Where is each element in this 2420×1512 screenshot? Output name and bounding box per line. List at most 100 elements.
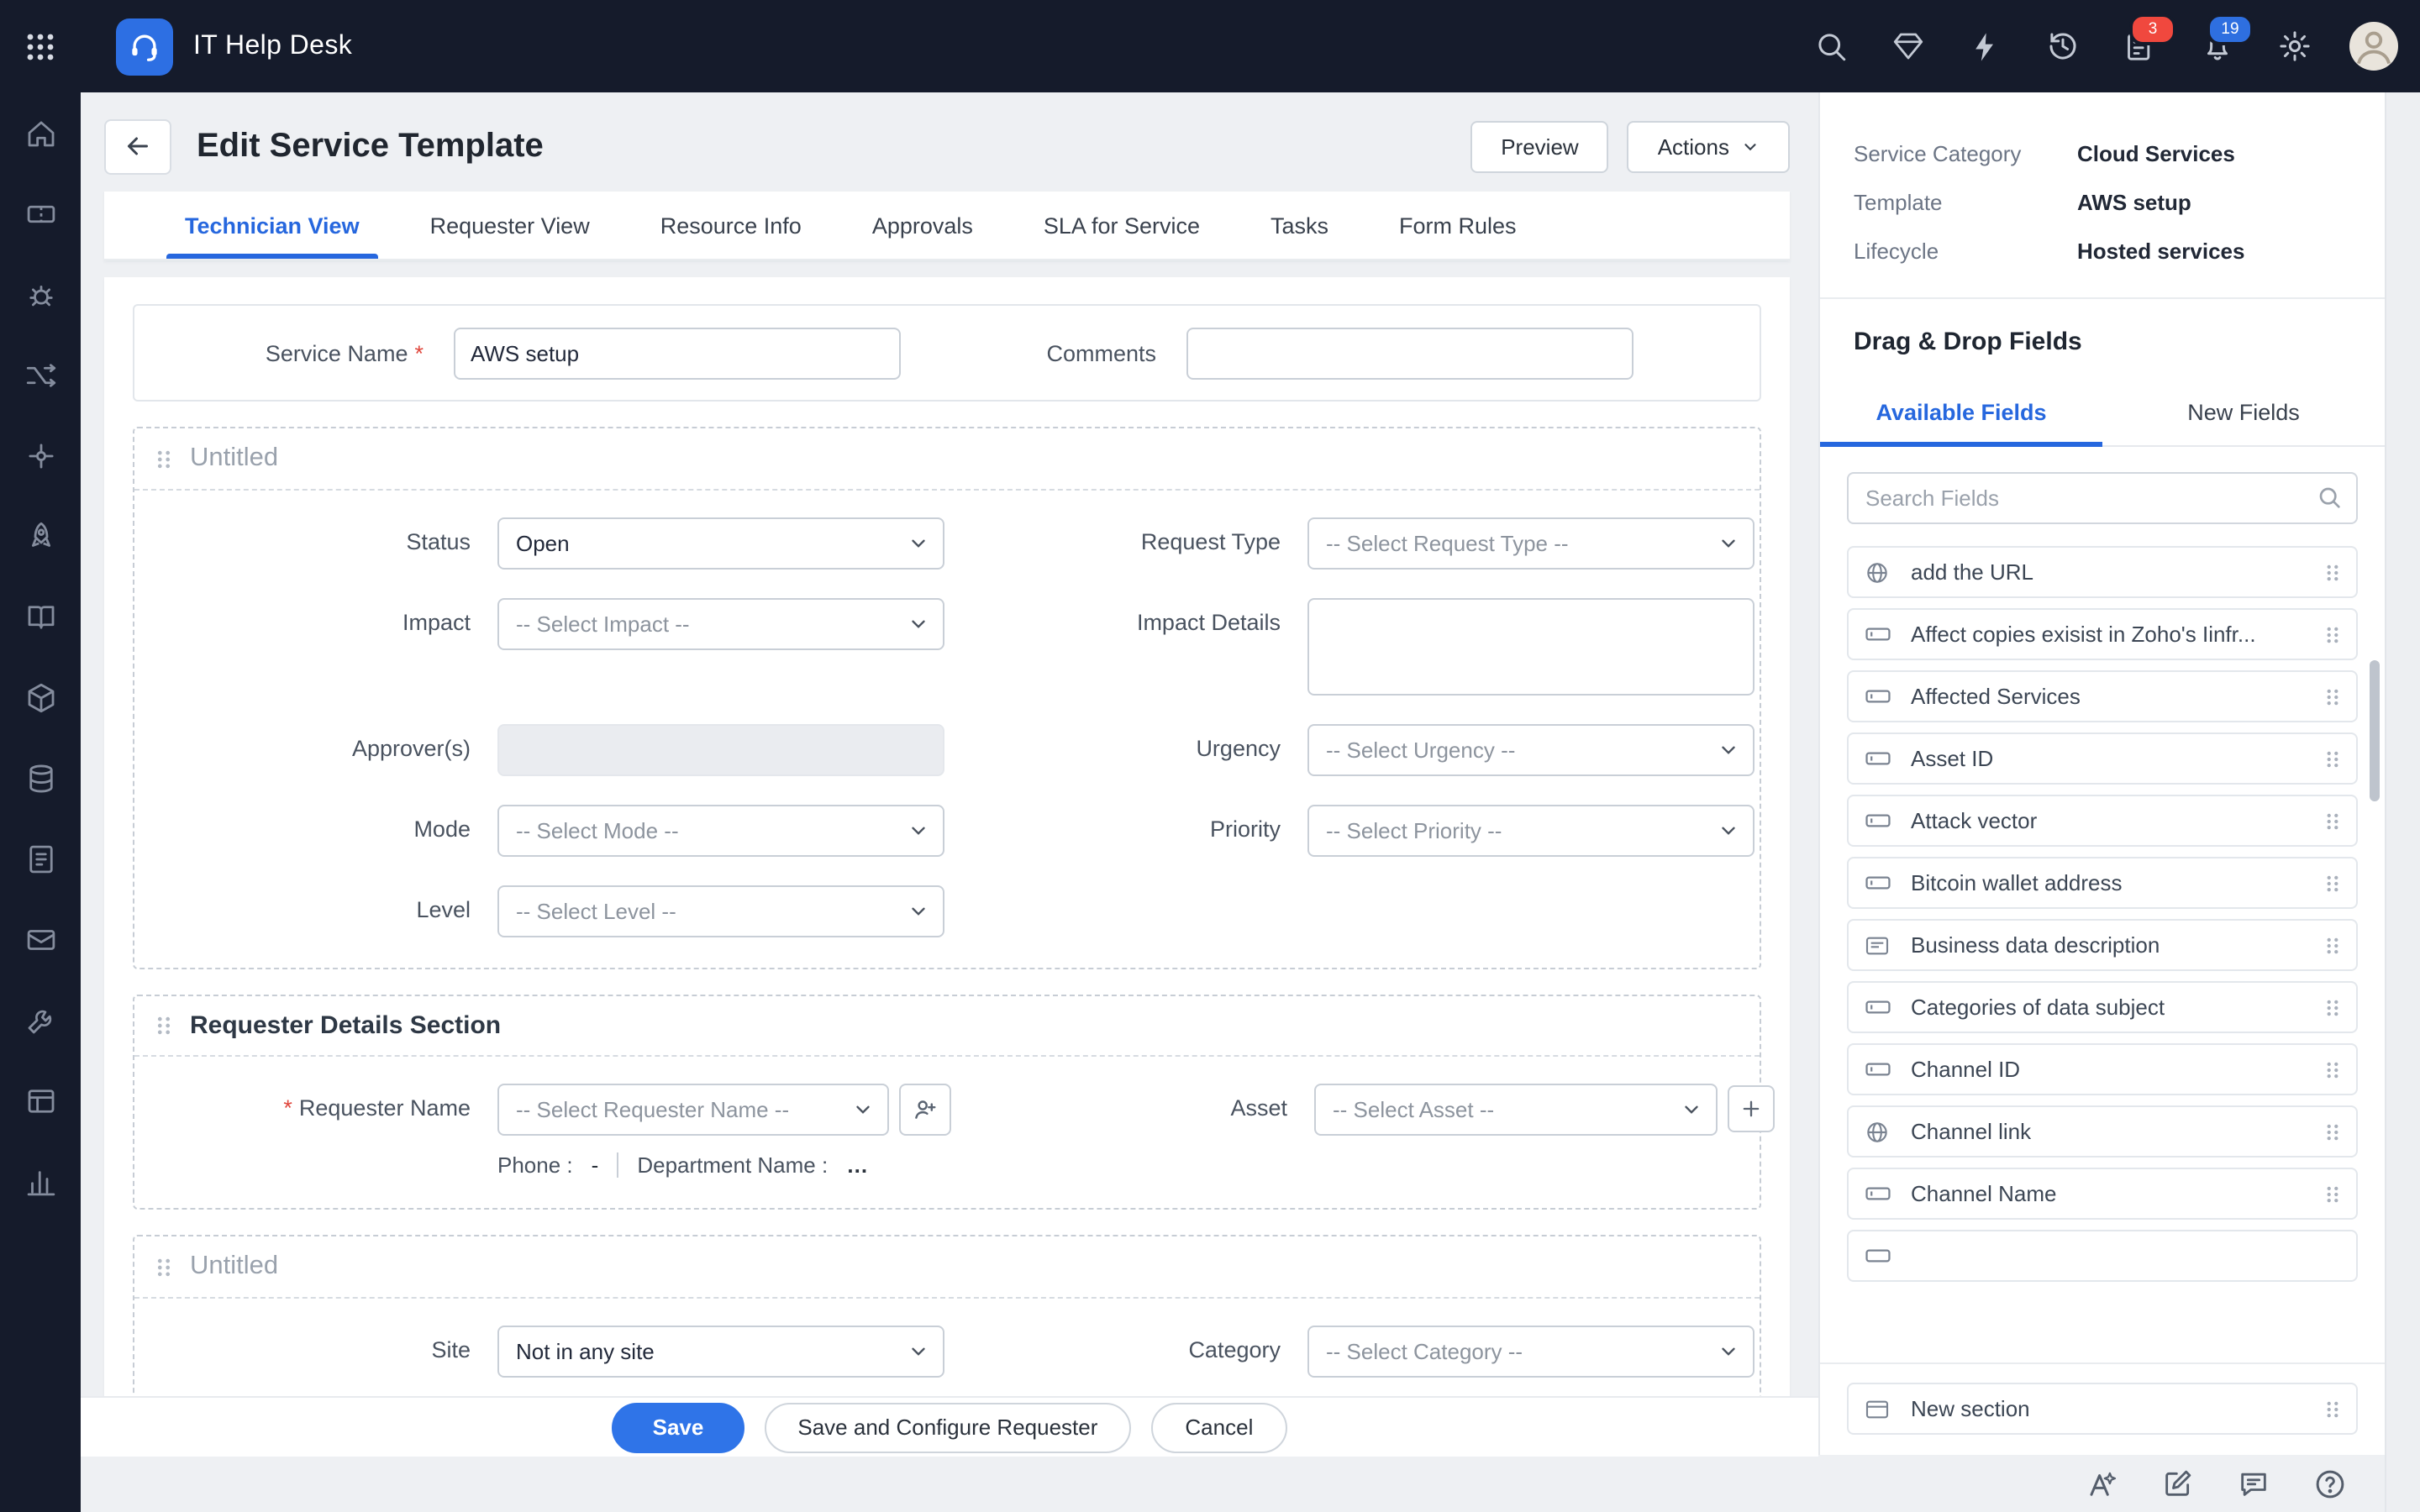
tab-form-rules[interactable]: Form Rules	[1364, 192, 1552, 259]
admin-icon[interactable]	[22, 1001, 59, 1038]
app-logo-headset-icon[interactable]	[116, 18, 173, 75]
category-select[interactable]: -- Select Category --	[1307, 1326, 1754, 1378]
field-item[interactable]: Categories of data subject	[1847, 981, 2358, 1033]
save-button[interactable]: Save	[613, 1402, 744, 1452]
site-label: Site	[134, 1326, 471, 1362]
drag-handle-icon[interactable]	[2324, 809, 2341, 832]
left-sidebar	[0, 92, 81, 1512]
tab-resource-info[interactable]: Resource Info	[625, 192, 837, 259]
search-fields-input[interactable]	[1847, 472, 2358, 524]
comments-input[interactable]	[1186, 327, 1634, 379]
status-select[interactable]: Open	[497, 517, 944, 570]
cmdb-icon[interactable]	[22, 759, 59, 796]
field-item[interactable]: Channel Name	[1847, 1168, 2358, 1220]
asset-select[interactable]: -- Select Asset --	[1314, 1084, 1718, 1136]
back-button[interactable]	[104, 118, 171, 174]
problems-icon[interactable]	[22, 276, 59, 312]
priority-select[interactable]: -- Select Priority --	[1307, 805, 1754, 857]
drag-handle-icon[interactable]	[155, 1013, 173, 1038]
impact-details-textarea[interactable]	[1307, 598, 1754, 696]
drag-handle-icon[interactable]	[2324, 1397, 2341, 1420]
field-item[interactable]: add the URL	[1847, 546, 2358, 598]
drag-handle-icon[interactable]	[155, 446, 173, 471]
app-grid-icon[interactable]	[0, 31, 81, 61]
panel-scrollbar-thumb[interactable]	[2370, 660, 2380, 801]
tab-technician-view[interactable]: Technician View	[150, 192, 395, 259]
field-item[interactable]: Bitcoin wallet address	[1847, 857, 2358, 909]
field-item[interactable]: Channel link	[1847, 1105, 2358, 1158]
drag-handle-icon[interactable]	[2324, 933, 2341, 957]
changes-icon[interactable]	[22, 356, 59, 393]
new-section-item[interactable]: New section	[1847, 1383, 2358, 1435]
request-type-select[interactable]: -- Select Request Type --	[1307, 517, 1754, 570]
cancel-button[interactable]: Cancel	[1151, 1402, 1286, 1452]
search-icon[interactable]	[1808, 24, 1852, 68]
site-select[interactable]: Not in any site	[497, 1326, 944, 1378]
gem-icon[interactable]	[1886, 24, 1929, 68]
translate-icon[interactable]	[2084, 1465, 2121, 1502]
field-item[interactable]: Affect copies exisist in Zoho's Iinfr...	[1847, 608, 2358, 660]
tab-available-fields[interactable]: Available Fields	[1820, 381, 2102, 445]
tab-sla-for-service[interactable]: SLA for Service	[1008, 192, 1235, 259]
department-value[interactable]: …	[846, 1152, 868, 1178]
tab-requester-view[interactable]: Requester View	[395, 192, 625, 259]
service-name-label: Service Name*	[171, 340, 424, 365]
help-icon[interactable]	[2311, 1465, 2348, 1502]
comment-icon[interactable]	[2235, 1465, 2272, 1502]
actions-button[interactable]: Actions	[1628, 120, 1790, 172]
field-item[interactable]: Channel ID	[1847, 1043, 2358, 1095]
drag-handle-icon[interactable]	[2324, 560, 2341, 584]
contracts-icon[interactable]	[22, 921, 59, 958]
drag-handle-icon[interactable]	[2324, 685, 2341, 708]
chevron-down-icon	[908, 900, 929, 922]
urgency-select[interactable]: -- Select Urgency --	[1307, 724, 1754, 776]
reports-icon[interactable]	[22, 1163, 59, 1200]
preview-button[interactable]: Preview	[1470, 120, 1609, 172]
app-name: IT Help Desk	[193, 31, 352, 61]
purchase-icon[interactable]	[22, 840, 59, 877]
tab-new-fields[interactable]: New Fields	[2102, 381, 2385, 445]
chevron-down-icon	[852, 1099, 874, 1121]
field-item[interactable]: Asset ID	[1847, 732, 2358, 785]
impact-select[interactable]: -- Select Impact --	[497, 598, 944, 650]
tasks-icon[interactable]: 3	[2118, 24, 2161, 68]
spaces-icon[interactable]	[22, 1082, 59, 1119]
drag-handle-icon[interactable]	[155, 1254, 173, 1279]
settings-gear-icon[interactable]	[2272, 24, 2316, 68]
quick-actions-icon[interactable]	[1963, 24, 2007, 68]
level-select[interactable]: -- Select Level --	[497, 885, 944, 937]
requests-icon[interactable]	[22, 195, 59, 232]
compose-icon[interactable]	[2160, 1465, 2196, 1502]
tab-approvals[interactable]: Approvals	[837, 192, 1008, 259]
assets-icon[interactable]	[22, 679, 59, 716]
fields-tabs: Available Fields New Fields	[1820, 381, 2385, 447]
save-and-configure-button[interactable]: Save and Configure Requester	[764, 1402, 1131, 1452]
history-icon[interactable]	[2040, 24, 2084, 68]
requester-name-select[interactable]: -- Select Requester Name --	[497, 1084, 889, 1136]
fields-search	[1847, 472, 2358, 524]
solutions-icon[interactable]	[22, 598, 59, 635]
releases-icon[interactable]	[22, 517, 59, 554]
tab-tasks[interactable]: Tasks	[1235, 192, 1364, 259]
field-item-clipped[interactable]	[1847, 1230, 2358, 1282]
add-requester-button[interactable]	[899, 1084, 951, 1136]
notifications-bell-icon[interactable]: 19	[2195, 24, 2238, 68]
field-item[interactable]: Attack vector	[1847, 795, 2358, 847]
drag-handle-icon[interactable]	[2324, 1120, 2341, 1143]
drag-handle-icon[interactable]	[2324, 871, 2341, 895]
add-asset-button[interactable]	[1728, 1085, 1775, 1132]
service-name-input[interactable]	[454, 327, 901, 379]
page-scrollbar-track[interactable]	[2385, 92, 2420, 1512]
drag-handle-icon[interactable]	[2324, 622, 2341, 646]
home-icon[interactable]	[22, 114, 59, 151]
projects-icon[interactable]	[22, 437, 59, 474]
field-item[interactable]: Business data description	[1847, 919, 2358, 971]
drag-handle-icon[interactable]	[2324, 995, 2341, 1019]
drag-handle-icon[interactable]	[2324, 747, 2341, 770]
mode-select[interactable]: -- Select Mode --	[497, 805, 944, 857]
drag-handle-icon[interactable]	[2324, 1058, 2341, 1081]
user-avatar[interactable]	[2349, 22, 2398, 71]
required-marker: *	[283, 1095, 292, 1121]
drag-handle-icon[interactable]	[2324, 1182, 2341, 1205]
field-item[interactable]: Affected Services	[1847, 670, 2358, 722]
